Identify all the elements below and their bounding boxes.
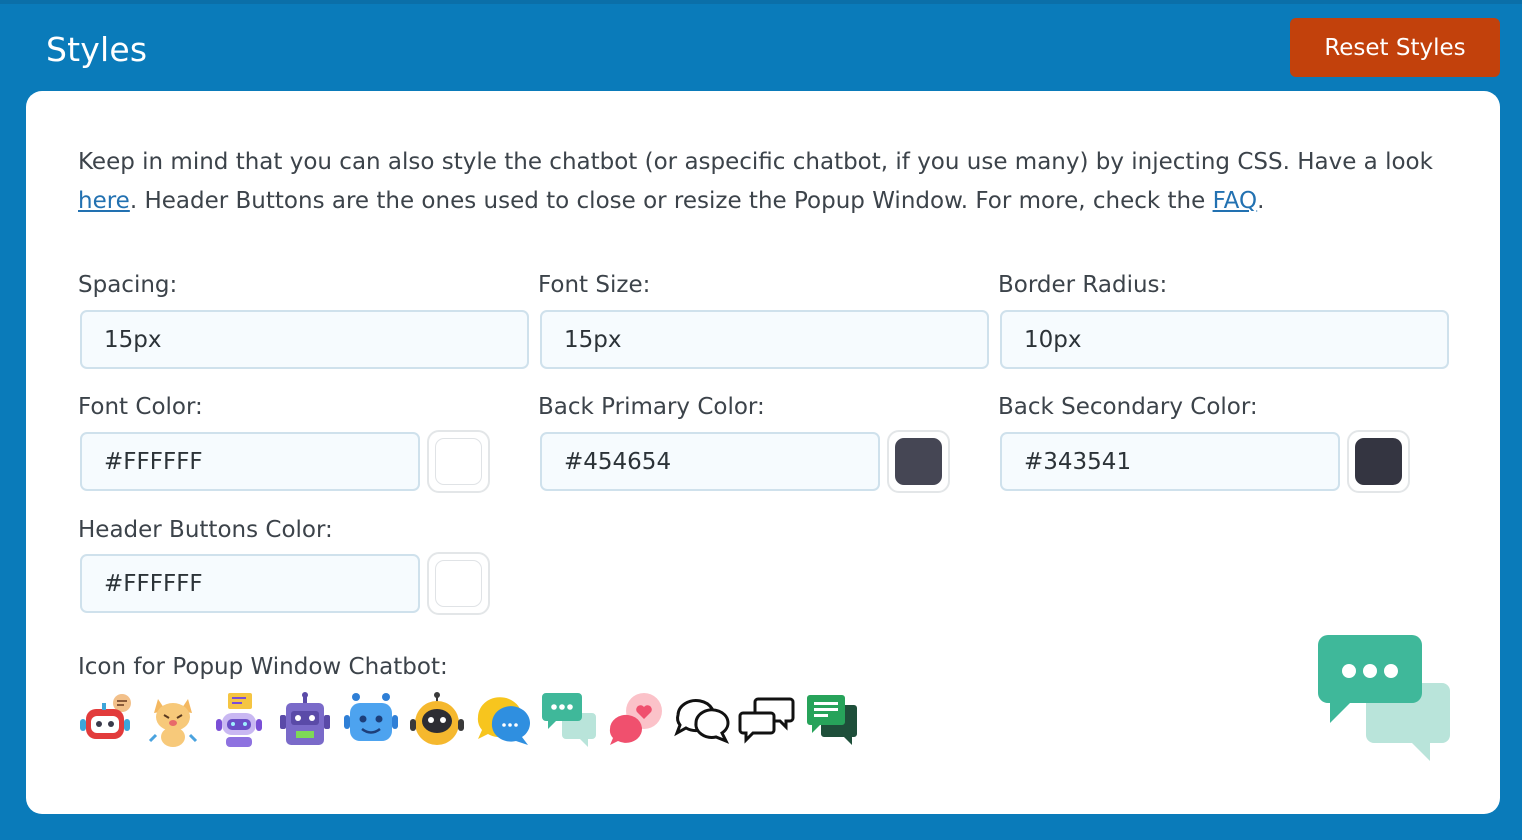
chat-green-lines-icon[interactable] bbox=[804, 691, 862, 749]
font-size-label: Font Size: bbox=[538, 272, 651, 298]
robot-red-icon[interactable] bbox=[78, 691, 136, 749]
header-buttons-color-label: Header Buttons Color: bbox=[78, 517, 333, 543]
back-primary-color-label: Back Primary Color: bbox=[538, 394, 765, 420]
font-color-input[interactable] bbox=[80, 432, 420, 491]
back-primary-color-swatch bbox=[895, 438, 942, 485]
chat-bubbles-yellow-blue-icon[interactable] bbox=[474, 691, 532, 749]
back-secondary-color-swatch bbox=[1355, 438, 1402, 485]
back-primary-color-input[interactable] bbox=[540, 432, 880, 491]
spacing-label: Spacing: bbox=[78, 272, 178, 298]
back-secondary-color-input[interactable] bbox=[1000, 432, 1340, 491]
header-buttons-color-input[interactable] bbox=[80, 554, 420, 613]
top-strip bbox=[0, 0, 1522, 4]
chat-bubbles-teal-icon[interactable] bbox=[540, 691, 598, 749]
border-radius-input[interactable] bbox=[1000, 310, 1449, 369]
back-secondary-color-picker[interactable] bbox=[1347, 430, 1410, 493]
back-secondary-color-label: Back Secondary Color: bbox=[998, 394, 1258, 420]
back-primary-color-picker[interactable] bbox=[887, 430, 950, 493]
intro-text-part-1: Keep in mind that you can also style the… bbox=[78, 149, 1433, 175]
page-title: Styles bbox=[46, 30, 148, 69]
robot-box-icon[interactable] bbox=[276, 691, 334, 749]
robot-yellow-icon[interactable] bbox=[408, 691, 466, 749]
header-buttons-color-swatch bbox=[435, 560, 482, 607]
intro-text: Keep in mind that you can also style the… bbox=[78, 143, 1458, 221]
font-color-label: Font Color: bbox=[78, 394, 203, 420]
border-radius-label: Border Radius: bbox=[998, 272, 1168, 298]
spacing-input[interactable] bbox=[80, 310, 529, 369]
robot-blue-icon[interactable] bbox=[342, 691, 400, 749]
intro-text-part-2: . Header Buttons are the ones used to cl… bbox=[129, 188, 1213, 214]
font-color-swatch bbox=[435, 438, 482, 485]
styles-card: Keep in mind that you can also style the… bbox=[26, 91, 1500, 814]
faq-link[interactable]: FAQ bbox=[1213, 188, 1258, 214]
font-size-input[interactable] bbox=[540, 310, 989, 369]
selected-icon-preview bbox=[1316, 631, 1456, 766]
header-buttons-color-picker[interactable] bbox=[427, 552, 490, 615]
reset-styles-button[interactable]: Reset Styles bbox=[1290, 18, 1500, 77]
intro-text-part-3: . bbox=[1257, 188, 1265, 214]
here-link[interactable]: here bbox=[78, 188, 130, 214]
chat-heart-icon[interactable] bbox=[606, 691, 664, 749]
font-color-picker[interactable] bbox=[427, 430, 490, 493]
cat-icon[interactable] bbox=[144, 691, 202, 749]
icon-selector-label: Icon for Popup Window Chatbot: bbox=[78, 654, 448, 680]
robot-purple-icon[interactable] bbox=[210, 691, 268, 749]
chat-outline-square-icon[interactable] bbox=[738, 691, 796, 749]
chat-outline-round-icon[interactable] bbox=[672, 691, 730, 749]
